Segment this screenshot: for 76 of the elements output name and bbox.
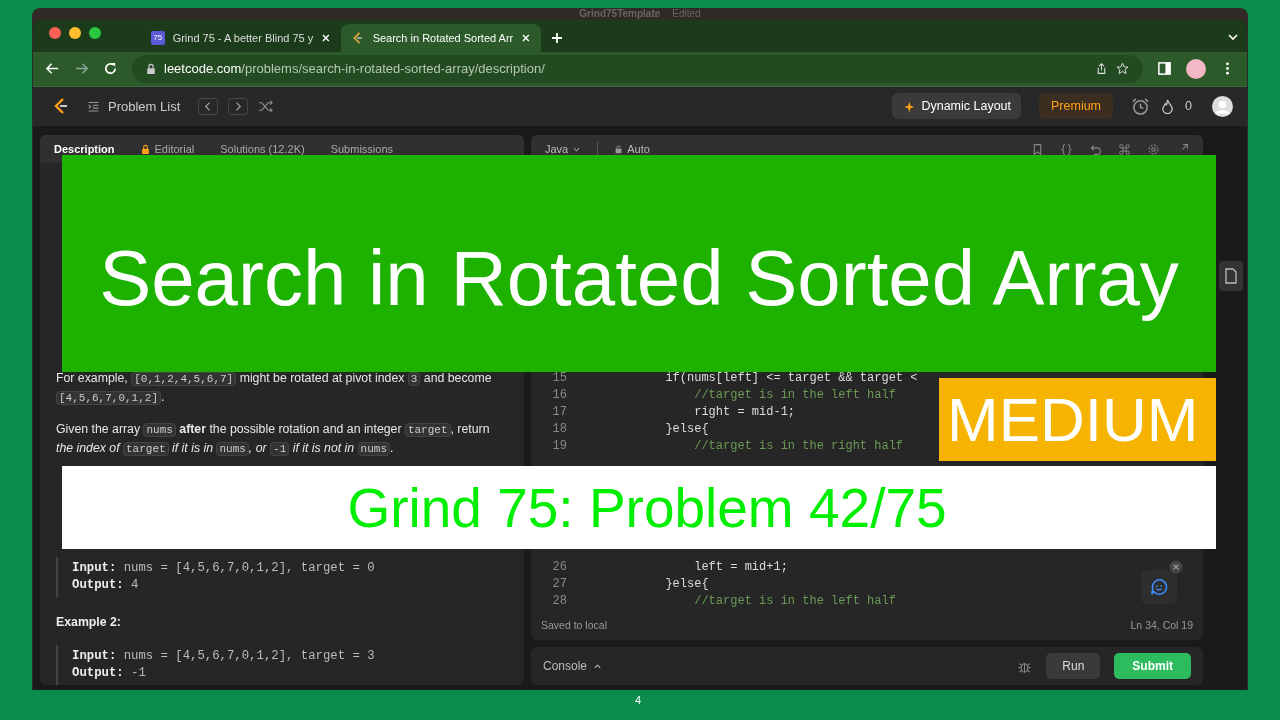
panel-tab[interactable]: Submissions bbox=[330, 143, 393, 155]
reload-icon[interactable] bbox=[103, 61, 118, 77]
streak-count: 0 bbox=[1185, 99, 1192, 114]
line-number: 27 bbox=[551, 576, 567, 591]
auto-mode-button[interactable]: Auto bbox=[614, 143, 650, 155]
line-number: 17 bbox=[551, 404, 567, 419]
url-text: leetcode.com/problems/search-in-rotated-sorted-array/description/ bbox=[164, 61, 545, 77]
star-icon[interactable] bbox=[1116, 62, 1129, 76]
settings-icon[interactable] bbox=[1147, 142, 1160, 156]
code-line: //target is in the left half bbox=[693, 387, 896, 402]
run-button[interactable]: Run bbox=[1046, 653, 1101, 679]
page-number: 4 bbox=[633, 694, 643, 706]
share-icon[interactable] bbox=[1095, 62, 1108, 76]
close-icon[interactable] bbox=[521, 32, 531, 43]
address-bar[interactable]: leetcode.com/problems/search-in-rotated-sorted-array/description/ bbox=[132, 54, 1143, 83]
browser-tab[interactable]: 75 Grind 75 - A better Blind 75 y bbox=[141, 23, 341, 52]
site-icon: 75 bbox=[151, 30, 165, 45]
smiley-chat-icon bbox=[1150, 578, 1168, 596]
avatar[interactable] bbox=[1186, 58, 1206, 79]
code-line: }else{ bbox=[664, 422, 709, 437]
close-button[interactable] bbox=[49, 26, 61, 39]
new-tab-icon[interactable] bbox=[551, 31, 563, 44]
subtitle-text: Grind 75: Problem 42/75 bbox=[347, 475, 947, 540]
line-number: 16 bbox=[551, 387, 567, 402]
user-avatar-icon[interactable] bbox=[1212, 96, 1233, 117]
code-line: right = mid-1; bbox=[693, 404, 796, 419]
example-block: Input: nums = [4,5,6,7,0,1,2], target = 0 Output: 4 bbox=[56, 557, 508, 597]
example-block: Input: nums = [4,5,6,7,0,1,2], target = 3 Output: -1 bbox=[56, 645, 508, 685]
browser-tab[interactable]: Search in Rotated Sorted Arr bbox=[341, 23, 541, 52]
minimize-button[interactable] bbox=[69, 26, 81, 39]
line-number: 18 bbox=[551, 422, 567, 437]
flame-icon bbox=[1160, 99, 1176, 114]
code-line: }else{ bbox=[664, 576, 709, 591]
close-icon[interactable] bbox=[1169, 560, 1183, 574]
code-line: if(nums[left] <= target && target < bbox=[664, 370, 918, 385]
shuffle-icon[interactable] bbox=[258, 99, 274, 114]
next-button[interactable] bbox=[228, 97, 249, 116]
line-number: 19 bbox=[551, 439, 567, 454]
command-icon[interactable] bbox=[1118, 142, 1131, 156]
document-icon[interactable] bbox=[1219, 261, 1243, 291]
alarm-clock-icon[interactable] bbox=[1131, 97, 1151, 116]
leetcode-icon bbox=[351, 30, 365, 45]
code-line: //target is in the left half bbox=[693, 594, 896, 609]
line-number: 28 bbox=[551, 594, 567, 609]
panel-tab[interactable]: Description bbox=[54, 143, 115, 155]
cursor-position: Ln 34, Col 19 bbox=[1130, 619, 1193, 631]
previous-button[interactable] bbox=[198, 97, 219, 116]
language-selector[interactable]: Java bbox=[545, 143, 582, 155]
problem-list-button[interactable]: Problem List bbox=[87, 99, 181, 114]
lock-icon bbox=[614, 144, 624, 154]
zoom-button[interactable] bbox=[89, 26, 101, 39]
lock-icon bbox=[146, 62, 156, 75]
feedback-button[interactable] bbox=[1141, 570, 1177, 604]
panel-tab[interactable]: Solutions (12.2K) bbox=[220, 143, 305, 155]
difficulty-badge: MEDIUM bbox=[939, 378, 1216, 461]
save-status: Saved to local bbox=[541, 619, 607, 631]
example-heading: Example 2: bbox=[56, 614, 122, 631]
document-status: Edited bbox=[672, 8, 701, 20]
close-icon[interactable] bbox=[321, 32, 331, 43]
console-button[interactable]: Console bbox=[543, 659, 603, 673]
bookmark-icon[interactable] bbox=[1031, 142, 1044, 156]
title-text: Search in Rotated Sorted Array bbox=[99, 233, 1179, 324]
list-icon bbox=[87, 100, 100, 113]
code-line: left = mid+1; bbox=[693, 559, 788, 574]
undo-icon[interactable] bbox=[1089, 142, 1102, 156]
dynamic-layout-button[interactable]: Dynamic Layout bbox=[892, 93, 1022, 120]
braces-icon[interactable] bbox=[1060, 142, 1073, 156]
sidebar-icon[interactable] bbox=[1157, 61, 1172, 77]
chevron-up-icon bbox=[593, 661, 603, 671]
premium-button[interactable]: Premium bbox=[1039, 93, 1114, 120]
line-number: 26 bbox=[551, 559, 567, 574]
problem-paragraph: Given the array nums after the possible rotation and an integer target , return the index of target if it is in nums , or -1 if it is not in nums . bbox=[56, 421, 491, 458]
line-number: 15 bbox=[551, 370, 567, 385]
panel-tab[interactable]: Editorial bbox=[140, 143, 195, 155]
document-title: Grind75Template bbox=[579, 8, 661, 20]
code-line: //target is in the right half bbox=[693, 439, 904, 454]
